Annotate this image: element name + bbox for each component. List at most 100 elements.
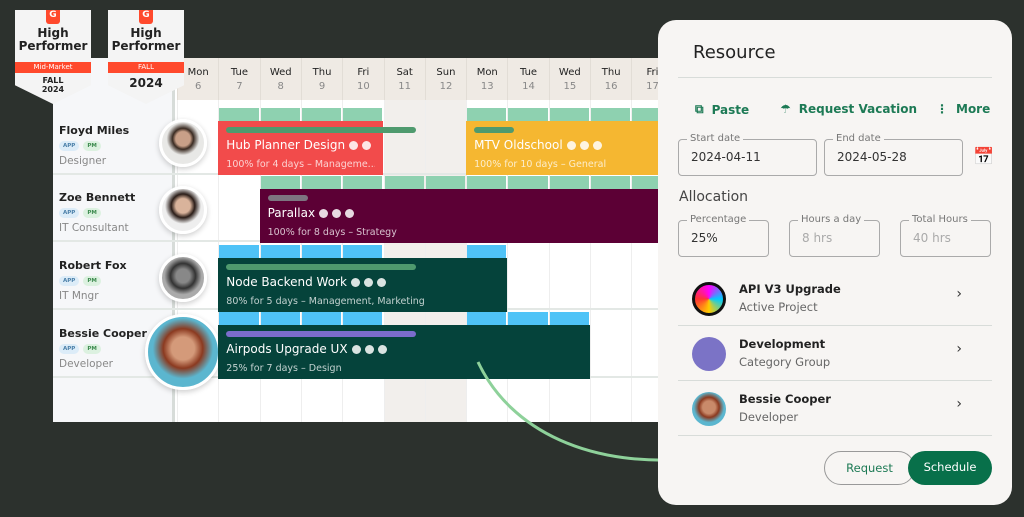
availability-cell — [260, 108, 300, 121]
availability-cell — [467, 108, 507, 121]
availability-cell — [301, 176, 342, 189]
repeat-icon — [377, 344, 387, 354]
request-button[interactable]: Request — [824, 451, 915, 485]
day-header: Wed 8 — [259, 58, 301, 100]
panel-title: Resource — [693, 42, 776, 63]
availability-cell — [467, 312, 507, 325]
tag-app: APP — [59, 141, 80, 151]
availability-cell — [549, 176, 589, 189]
tag-app: APP — [59, 276, 80, 286]
avatar — [159, 119, 207, 167]
tag-pm: PM — [83, 344, 101, 354]
day-header: Sun 12 — [424, 58, 466, 100]
g2-badge-mid-market: G High Performer Mid-Market FALL 2024 — [15, 10, 91, 104]
avatar — [692, 392, 726, 426]
avatar — [145, 314, 221, 390]
percentage-field[interactable]: Percentage 25% — [678, 214, 769, 257]
day-header: Sat 11 — [383, 58, 425, 100]
progress-pill — [226, 264, 417, 270]
copy-icon: ⧉ — [695, 102, 704, 116]
resource-panel: Resource ⧉ Paste ☂ Request Vacation ⋮ More … — [658, 20, 1012, 505]
progress-pill — [226, 127, 417, 133]
day-header: Fri 10 — [342, 58, 383, 100]
availability-cell — [260, 245, 300, 258]
request-vacation-button[interactable]: ☂ Request Vacation — [780, 102, 917, 116]
availability-cell — [301, 245, 342, 258]
chevron-right-icon: › — [956, 396, 962, 412]
booking-bar[interactable]: Node Backend Work 80% for 5 days – Manag… — [218, 258, 508, 312]
availability-cell — [591, 176, 631, 189]
availability-cell — [260, 312, 300, 325]
availability-cell — [384, 176, 424, 189]
g2-logo-icon: G — [139, 10, 153, 24]
schedule-button[interactable]: Schedule — [908, 451, 992, 485]
date-header: Mon 6 Tue 7 Wed 8 Thu 9 Fri 10 Sat 11 Sun 12 Mon 13 Tue 1… — [177, 58, 660, 100]
booking-bar[interactable]: Hub Planner Design 100% for 4 days – Man… — [218, 121, 417, 175]
availability-cell — [508, 108, 548, 121]
calendar-reset-icon[interactable]: 📅 — [973, 147, 994, 167]
avatar — [159, 186, 207, 234]
day-header: Fri 17 — [631, 58, 660, 100]
document-icon — [332, 208, 342, 218]
day-header: Mon 13 — [466, 58, 507, 100]
day-header: Thu 9 — [300, 58, 342, 100]
availability-cell — [425, 176, 466, 189]
availability-cell — [549, 312, 589, 325]
repeat-icon — [376, 277, 386, 287]
total-hours-field[interactable]: Total Hours 40 hrs — [900, 214, 991, 257]
g2-badge-fall: G High Performer FALL 2024 — [108, 10, 184, 104]
avatar — [159, 254, 207, 302]
availability-cell — [508, 312, 548, 325]
g2-logo-icon: G — [46, 10, 60, 24]
progress-pill — [267, 195, 308, 201]
tag-pm: PM — [83, 276, 101, 286]
project-logo — [692, 282, 726, 316]
paste-button[interactable]: ⧉ Paste — [695, 102, 749, 117]
clock-icon — [349, 140, 359, 150]
project-item[interactable]: API V3 Upgrade Active Project › — [678, 271, 992, 326]
document-icon — [364, 344, 374, 354]
chevron-right-icon: › — [956, 286, 962, 302]
end-date-field[interactable]: End date 2024-05-28 — [824, 133, 963, 176]
day-header: Tue 7 — [218, 58, 259, 100]
availability-cell — [219, 312, 259, 325]
repeat-icon — [592, 140, 602, 150]
umbrella-icon: ☂ — [780, 102, 791, 116]
allocation-heading: Allocation — [679, 189, 749, 205]
resource-item[interactable]: Bessie Cooper Developer › — [678, 381, 992, 436]
availability-cell — [467, 245, 507, 258]
booking-bar[interactable]: Parallax 100% for 8 days – Strategy — [259, 189, 660, 243]
clock-icon — [350, 277, 360, 287]
document-icon — [579, 140, 589, 150]
category-color-dot — [692, 337, 726, 371]
availability-cell — [549, 108, 589, 121]
category-item[interactable]: Development Category Group › — [678, 326, 992, 381]
tag-pm: PM — [83, 141, 101, 151]
chevron-right-icon: › — [956, 341, 962, 357]
availability-cell — [508, 176, 548, 189]
clock-icon — [351, 344, 361, 354]
hours-a-day-field[interactable]: Hours a day 8 hrs — [789, 214, 880, 257]
availability-cell — [343, 312, 383, 325]
availability-cell — [343, 245, 383, 258]
more-button[interactable]: ⋮ More — [936, 102, 990, 116]
availability-cell — [632, 176, 660, 189]
availability-cell — [301, 312, 342, 325]
progress-pill — [474, 127, 515, 133]
document-icon — [363, 277, 373, 287]
document-icon — [362, 140, 372, 150]
tag-app: APP — [59, 344, 80, 354]
booking-bar[interactable]: MTV Oldschool 100% for 10 days – General — [466, 121, 660, 175]
availability-cell — [219, 245, 259, 258]
availability-cell — [343, 108, 383, 121]
day-header: Tue 14 — [507, 58, 548, 100]
availability-cell — [260, 176, 300, 189]
more-vertical-icon: ⋮ — [936, 102, 948, 116]
availability-cell — [219, 108, 259, 121]
availability-cell — [343, 176, 383, 189]
start-date-field[interactable]: Start date 2024-04-11 — [678, 133, 817, 176]
tag-pm: PM — [83, 208, 101, 218]
progress-pill — [226, 331, 417, 337]
day-header: Wed 15 — [548, 58, 590, 100]
availability-cell — [301, 108, 342, 121]
